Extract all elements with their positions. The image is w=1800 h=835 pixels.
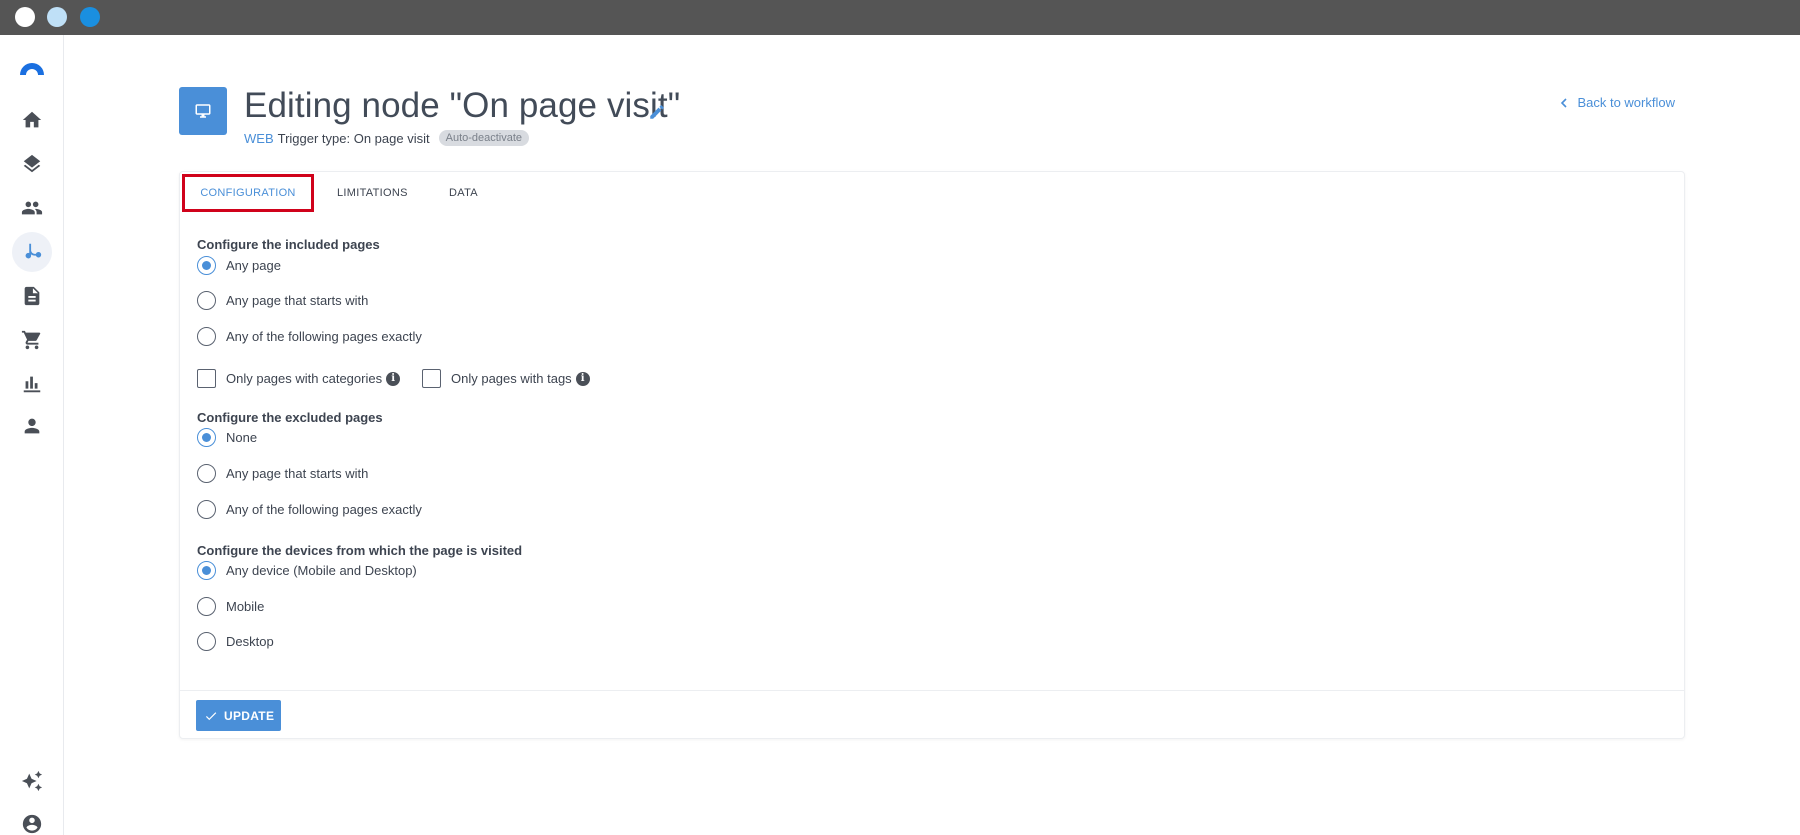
radio-button[interactable] — [197, 632, 216, 651]
radio-button[interactable] — [197, 428, 216, 447]
radio-button[interactable] — [197, 561, 216, 580]
tab-limitations[interactable]: LIMITATIONS — [337, 172, 408, 214]
status-badge: Auto-deactivate — [438, 130, 530, 146]
checkbox[interactable] — [422, 369, 441, 388]
radio-label: Desktop — [226, 634, 274, 649]
only-tags-checkbox-row[interactable]: Only pages with tags i — [422, 369, 590, 388]
trigger-type-text: Trigger type: On page visit — [277, 130, 430, 146]
window-close-button[interactable] — [15, 7, 35, 27]
radio-label: Mobile — [226, 599, 265, 614]
workflow-icon[interactable] — [12, 232, 52, 272]
info-icon[interactable]: i — [575, 371, 590, 386]
included-option-starts-with[interactable]: Any page that starts with — [197, 291, 368, 310]
channel-link[interactable]: WEB — [244, 131, 274, 146]
check-icon — [205, 711, 217, 720]
excluded-option-none[interactable]: None — [197, 428, 257, 447]
radio-label: Any page that starts with — [226, 293, 369, 308]
device-option-any[interactable]: Any device (Mobile and Desktop) — [197, 561, 417, 580]
only-categories-checkbox-row[interactable]: Only pages with categories i — [197, 369, 401, 388]
people-icon[interactable] — [12, 188, 52, 228]
tab-data[interactable]: DATA — [449, 172, 478, 214]
chart-icon[interactable] — [12, 364, 52, 404]
back-link-label: Back to workflow — [1577, 95, 1675, 110]
node-type-icon — [179, 87, 227, 135]
radio-label: Any device (Mobile and Desktop) — [226, 563, 417, 578]
app-logo-icon[interactable] — [17, 53, 47, 83]
home-icon[interactable] — [12, 100, 52, 140]
cart-icon[interactable] — [12, 320, 52, 360]
info-icon[interactable]: i — [386, 371, 401, 386]
excluded-pages-title: Configure the excluded pages — [197, 410, 383, 425]
layers-icon[interactable] — [12, 144, 52, 184]
config-card: CONFIGURATION LIMITATIONS DATA Configure… — [179, 171, 1685, 739]
radio-button[interactable] — [197, 597, 216, 616]
excluded-option-exact-pages[interactable]: Any of the following pages exactly — [197, 500, 422, 519]
document-icon[interactable] — [12, 276, 52, 316]
tab-configuration[interactable]: CONFIGURATION — [182, 174, 314, 212]
radio-button[interactable] — [197, 327, 216, 346]
account-circle-icon[interactable] — [12, 804, 52, 835]
radio-label: Any page that starts with — [226, 466, 369, 481]
radio-button[interactable] — [197, 500, 216, 519]
update-button-label: UPDATE — [224, 708, 275, 723]
included-pages-title: Configure the included pages — [197, 237, 380, 252]
radio-label: Any of the following pages exactly — [226, 502, 422, 517]
radio-label: None — [226, 430, 258, 445]
sparkle-icon[interactable] — [12, 761, 52, 801]
radio-button[interactable] — [197, 464, 216, 483]
node-subline: WEB Trigger type: On page visit Auto-dea… — [244, 130, 530, 146]
window-minimize-button[interactable] — [47, 7, 67, 27]
window-titlebar — [0, 0, 1800, 35]
radio-label: Any page — [226, 258, 281, 273]
chevron-left-icon — [1561, 97, 1568, 108]
person-icon[interactable] — [12, 406, 52, 446]
radio-label: Any of the following pages exactly — [226, 329, 422, 344]
radio-button[interactable] — [197, 256, 216, 275]
update-button[interactable]: UPDATE — [196, 700, 282, 731]
included-option-any-page[interactable]: Any page — [197, 256, 281, 275]
device-option-desktop[interactable]: Desktop — [197, 632, 274, 651]
page-title: Editing node "On page visit" — [244, 86, 681, 125]
back-to-workflow-link[interactable]: Back to workflow — [1559, 95, 1675, 110]
included-option-exact-pages[interactable]: Any of the following pages exactly — [197, 327, 422, 346]
checkbox[interactable] — [197, 369, 216, 388]
device-option-mobile[interactable]: Mobile — [197, 597, 264, 616]
sidebar — [0, 35, 64, 835]
devices-title: Configure the devices from which the pag… — [197, 543, 523, 558]
edit-pencil-icon[interactable] — [648, 103, 666, 121]
checkbox-label: Only pages with tags — [451, 371, 572, 386]
window-maximize-button[interactable] — [80, 7, 100, 27]
checkbox-label: Only pages with categories — [226, 371, 383, 386]
excluded-option-starts-with[interactable]: Any page that starts with — [197, 464, 368, 483]
radio-button[interactable] — [197, 291, 216, 310]
card-footer: UPDATE — [180, 690, 1684, 738]
